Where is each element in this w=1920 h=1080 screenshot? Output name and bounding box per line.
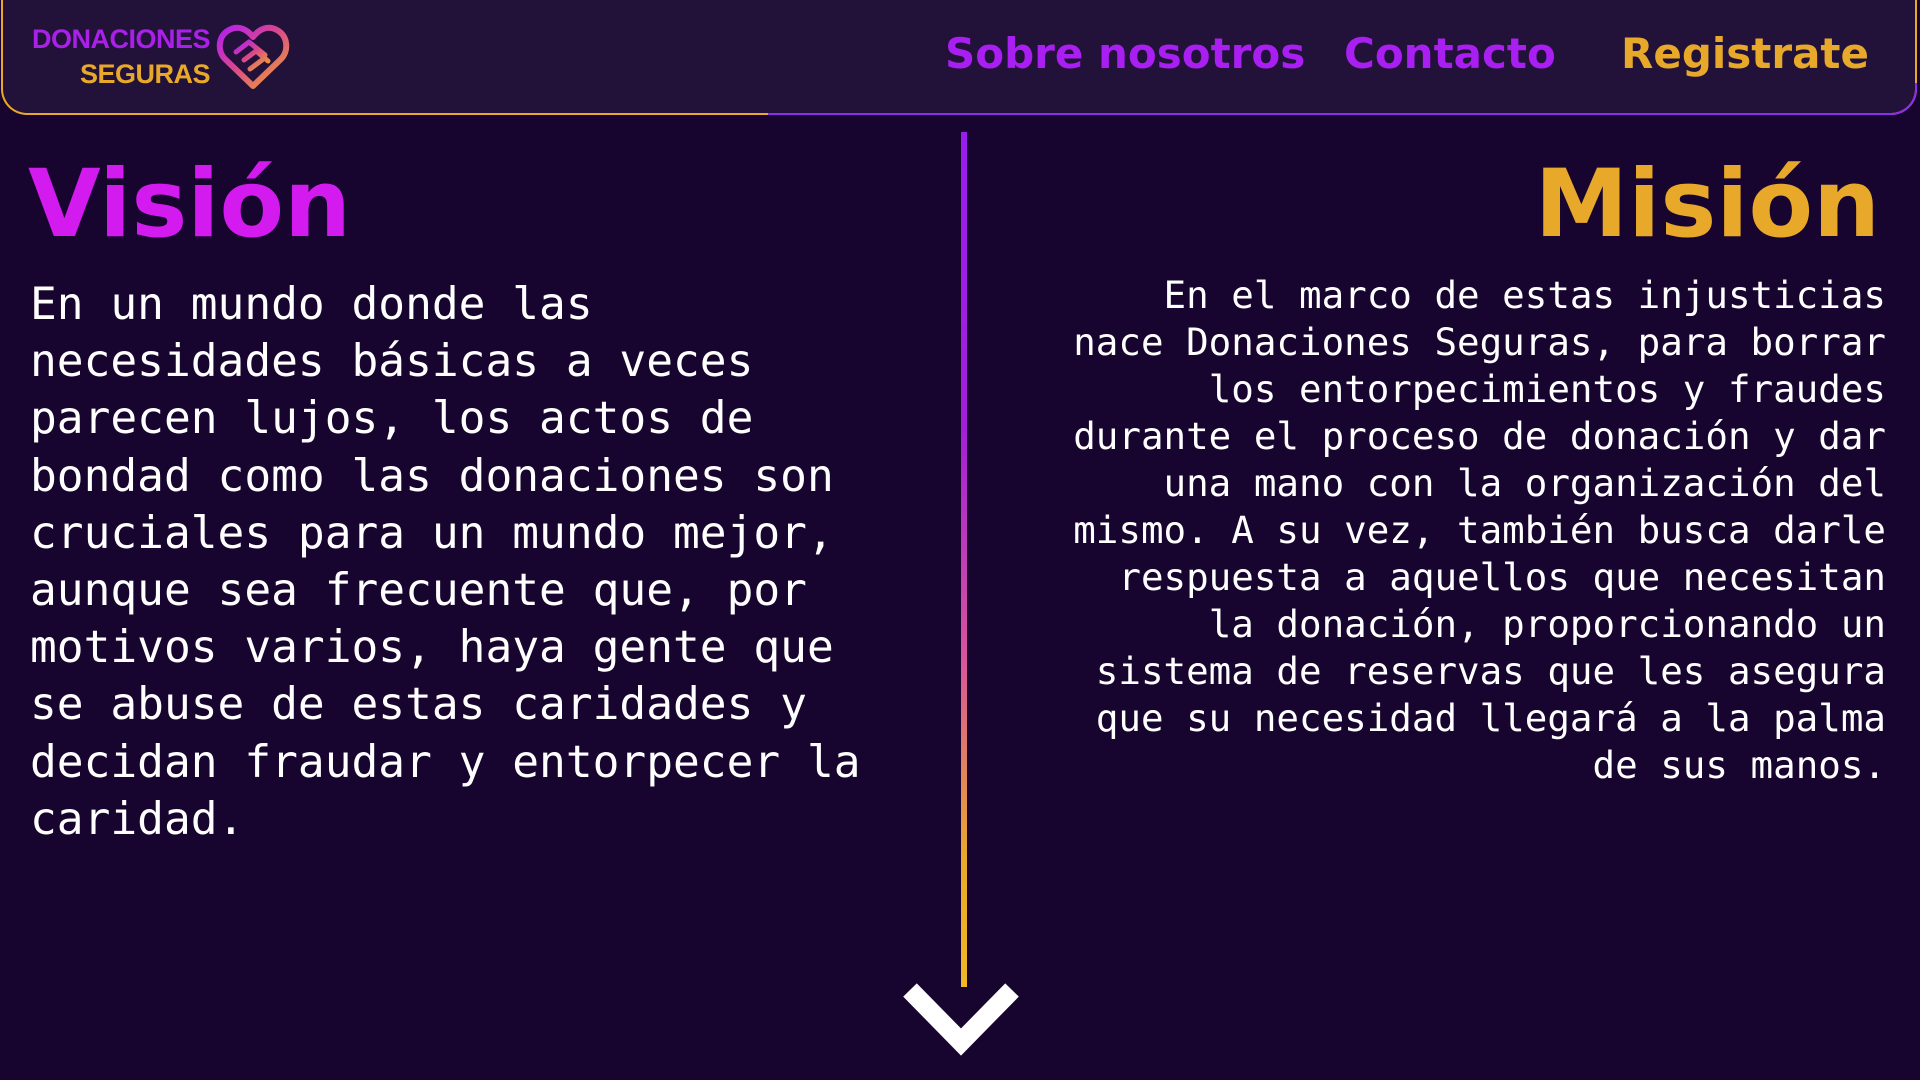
nav-link-about[interactable]: Sobre nosotros bbox=[945, 26, 1305, 82]
top-navbar: DONACIONES SEGURAS Sobre nosotros Contac… bbox=[1, 0, 1918, 115]
brand-logo[interactable]: DONACIONES SEGURAS bbox=[32, 22, 290, 92]
brand-line-1: DONACIONES bbox=[32, 24, 211, 54]
nav-link-contact[interactable]: Contacto bbox=[1344, 26, 1556, 82]
brand-line-2: SEGURAS bbox=[79, 59, 211, 89]
vision-text: En un mundo donde las necesidades básica… bbox=[30, 279, 861, 845]
brand-wordmark: DONACIONES SEGURAS bbox=[32, 22, 211, 92]
chevron-down-icon[interactable] bbox=[902, 980, 1020, 1060]
nav-link-register[interactable]: Registrate bbox=[1621, 26, 1869, 82]
vision-title: Visión bbox=[28, 150, 351, 259]
section-divider bbox=[961, 132, 967, 987]
mision-text: En el marco de estas injusticias nace Do… bbox=[1073, 273, 1886, 787]
mision-title: Misión bbox=[1534, 150, 1880, 259]
heart-handshake-icon bbox=[216, 24, 290, 89]
